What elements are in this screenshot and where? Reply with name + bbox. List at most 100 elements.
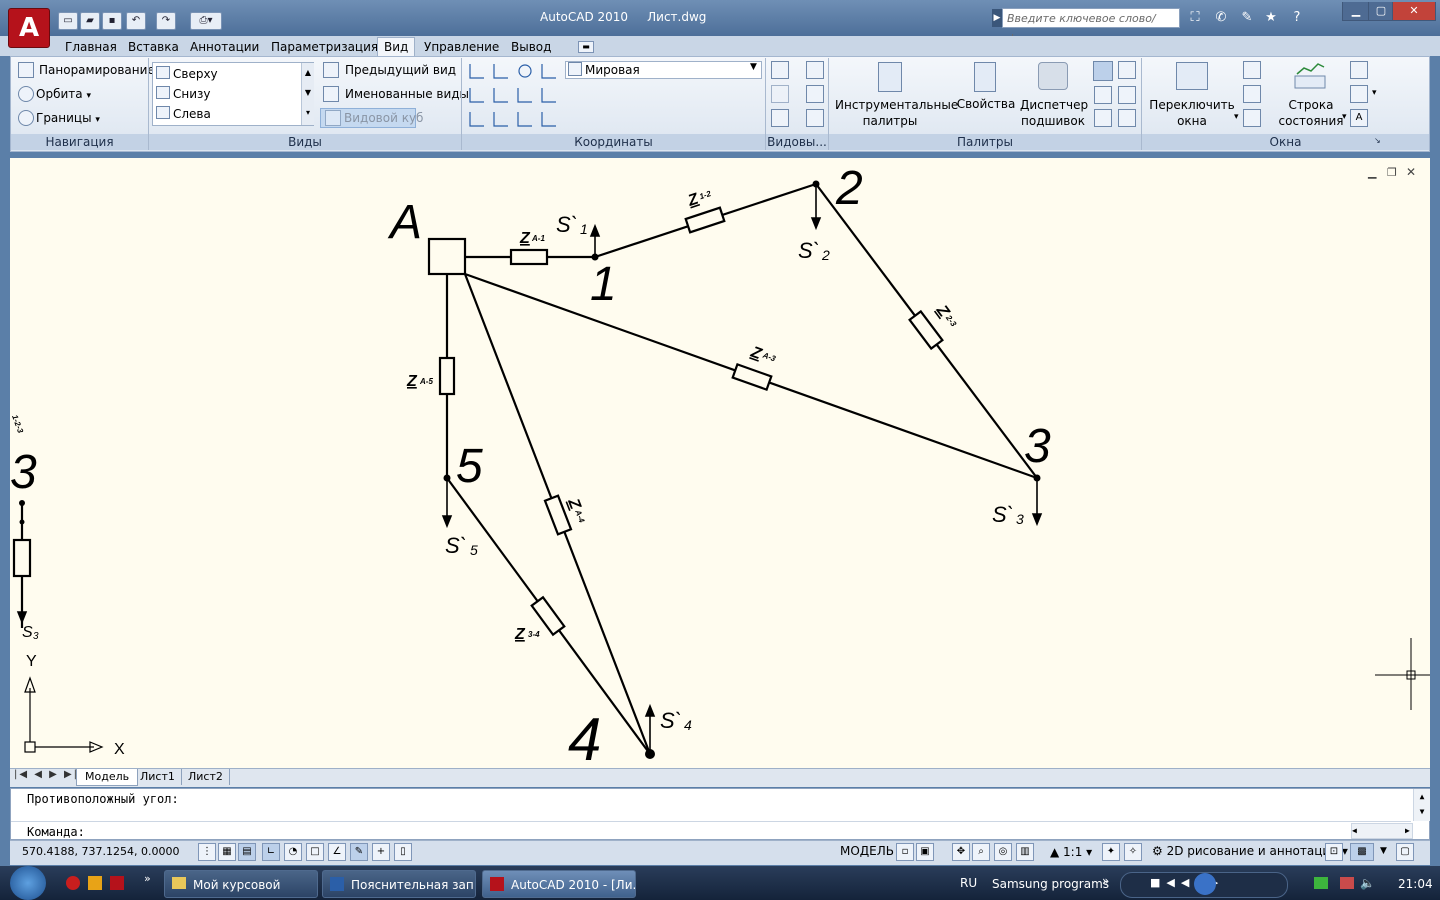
redo-icon[interactable]: ↷: [156, 12, 176, 30]
zoom-status-icon[interactable]: ⌕: [972, 843, 990, 861]
annotation-scale[interactable]: ▲ 1:1 ▾: [1050, 845, 1092, 859]
tile-vertical-icon[interactable]: [1243, 85, 1261, 103]
quicklaunch-more-icon[interactable]: »: [144, 872, 151, 885]
viewport-config-icon[interactable]: [771, 61, 789, 79]
sheet-set-manager-button[interactable]: Диспетчер подшивок: [1020, 97, 1088, 129]
ucs-icons[interactable]: [467, 61, 565, 129]
media-play-pause-button[interactable]: [1194, 873, 1216, 895]
previous-view-button[interactable]: Предыдущий вид: [345, 63, 456, 77]
infer-constraints-icon[interactable]: ⋮: [198, 843, 216, 861]
command-window[interactable]: Противоположный угол: Команда: ▲ ▼ ◀ ▶: [10, 788, 1430, 840]
polar-tracking-icon[interactable]: ◔: [284, 843, 302, 861]
tool-palettes-button[interactable]: Инструментальные палитры: [835, 97, 958, 129]
minimize-button[interactable]: ▁: [1342, 2, 1370, 21]
drawing-minimize-icon[interactable]: ▁: [1368, 166, 1376, 179]
toolbar-name[interactable]: Samsung programs: [992, 877, 1109, 891]
open-icon[interactable]: ▰: [80, 12, 100, 30]
viewport-grid-icon[interactable]: [806, 109, 824, 127]
panel-launcher-icon[interactable]: ↘: [1374, 136, 1381, 145]
drawing-canvas[interactable]: A 1 2 3 4 5 3 Z A-1 Z 1-2 Z 2-3 Z A-3 Z: [10, 158, 1430, 768]
grid-display-icon[interactable]: ▤: [238, 843, 256, 861]
tray-security-icon[interactable]: [1340, 877, 1354, 889]
status-bar-button[interactable]: Строка состояния: [1278, 97, 1344, 129]
close-button[interactable]: ✕: [1392, 2, 1436, 21]
search-expand-icon[interactable]: ▶: [992, 9, 1002, 27]
communication-center-icon[interactable]: ✆: [1212, 9, 1230, 27]
new-viewport-icon[interactable]: [806, 61, 824, 79]
viewport-polygon-icon[interactable]: [806, 85, 824, 103]
tab-layout1[interactable]: Лист1: [134, 769, 182, 785]
binoculars-icon[interactable]: ⛶: [1186, 9, 1204, 27]
model-space-button[interactable]: МОДЕЛЬ: [840, 844, 894, 858]
switch-windows-button[interactable]: Переключить окна: [1148, 97, 1236, 129]
coordinate-readout[interactable]: 570.4188, 737.1254, 0.0000: [22, 845, 179, 858]
object-snap-tracking-icon[interactable]: ∠: [328, 843, 346, 861]
toolbar-more-icon[interactable]: »: [1102, 874, 1109, 888]
taskbar-folder-item[interactable]: Мой курсовой: [164, 870, 318, 898]
drawing-restore-icon[interactable]: ❐: [1387, 166, 1397, 179]
help-icon[interactable]: ?: [1288, 9, 1306, 27]
command-hscrollbar[interactable]: ◀ ▶: [1351, 823, 1413, 839]
opera-icon[interactable]: [66, 876, 80, 890]
clock[interactable]: 21:04: [1398, 877, 1433, 891]
named-views-button[interactable]: Именованные виды: [345, 87, 469, 101]
start-button[interactable]: [10, 866, 46, 900]
extents-button[interactable]: Границы ▾: [36, 111, 100, 125]
view-top-item[interactable]: Сверху: [173, 67, 218, 81]
quick-view-drawings-icon[interactable]: ▣: [916, 843, 934, 861]
design-center-icon[interactable]: [1118, 61, 1136, 79]
lineweight-icon[interactable]: ▯: [394, 843, 412, 861]
favorites-star-icon[interactable]: ★: [1262, 9, 1280, 27]
workspace-switch[interactable]: ⚙ 2D рисование и аннотации ▾: [1152, 844, 1348, 858]
pan-status-icon[interactable]: ✥: [952, 843, 970, 861]
dynamic-ucs-icon[interactable]: ✎: [350, 843, 368, 861]
dynamic-input-icon[interactable]: +: [372, 843, 390, 861]
view-left-item[interactable]: Слева: [173, 107, 211, 121]
tab-view[interactable]: Вид: [377, 37, 416, 56]
hardware-acceleration-icon[interactable]: ▩: [1350, 843, 1374, 861]
chevron-down-icon[interactable]: ▼: [1380, 846, 1387, 856]
drawing-close-icon[interactable]: ✕: [1406, 165, 1416, 179]
steering-wheel-icon[interactable]: ◎: [994, 843, 1012, 861]
tile-horizontal-icon[interactable]: [1243, 61, 1261, 79]
tab-insert[interactable]: Вставка: [128, 38, 179, 56]
tab-model[interactable]: Модель: [76, 769, 139, 786]
pan-button[interactable]: Панорамирование: [39, 63, 155, 77]
orbit-button[interactable]: Орбита ▾: [36, 87, 91, 101]
new-icon[interactable]: ▭: [58, 12, 78, 30]
taskbar-autocad-item[interactable]: AutoCAD 2010 - [Ли...: [482, 870, 636, 898]
viewport-clip-icon[interactable]: [771, 85, 789, 103]
annotation-autoscale-icon[interactable]: ✧: [1124, 843, 1142, 861]
print-icon[interactable]: ⎙▾: [190, 12, 222, 30]
tray-speaker-icon[interactable]: 🔈: [1360, 876, 1375, 890]
quickcalc-icon[interactable]: [1118, 86, 1136, 104]
save-icon[interactable]: ▪: [102, 12, 122, 30]
showmotion-icon[interactable]: ▥: [1016, 843, 1034, 861]
layout-nav-arrows[interactable]: |◀ ◀ ▶ ▶|: [14, 769, 79, 780]
taskbar-word-item[interactable]: Пояснительная зап...: [322, 870, 476, 898]
tab-manage[interactable]: Управление: [424, 38, 499, 56]
views-list-scrollbar[interactable]: ▲ ▼ ▾: [301, 63, 314, 125]
tray-network-icon[interactable]: [1314, 877, 1328, 889]
media-icon[interactable]: [88, 876, 102, 890]
markup-set-icon[interactable]: [1094, 86, 1112, 104]
cascade-icon[interactable]: [1243, 109, 1261, 127]
clean-screen-icon[interactable]: ▢: [1396, 843, 1414, 861]
autocad-quicklaunch-icon[interactable]: [110, 876, 124, 890]
quick-view-layouts-icon[interactable]: ▫: [896, 843, 914, 861]
undo-icon[interactable]: ↶: [126, 12, 146, 30]
application-menu-button[interactable]: A: [8, 8, 50, 48]
command-scrollbar[interactable]: ▲ ▼: [1413, 789, 1430, 821]
tab-layout2[interactable]: Лист2: [182, 769, 230, 785]
tab-parametric[interactable]: Параметризация: [271, 38, 378, 56]
wrench-icon[interactable]: ✎: [1238, 9, 1256, 27]
toolbar-lock-icon[interactable]: [1350, 61, 1368, 79]
search-input[interactable]: Введите ключевое слово/фразу: [1002, 8, 1180, 45]
tab-annotate[interactable]: Аннотации: [190, 38, 259, 56]
view-bottom-item[interactable]: Снизу: [173, 87, 211, 101]
command-line-toggle-icon[interactable]: [1093, 61, 1113, 81]
maximize-button[interactable]: ▢: [1368, 2, 1394, 21]
dbconnect-icon[interactable]: [1094, 109, 1112, 127]
text-window-icon[interactable]: A: [1350, 109, 1368, 127]
properties-button[interactable]: Свойства: [956, 97, 1016, 111]
